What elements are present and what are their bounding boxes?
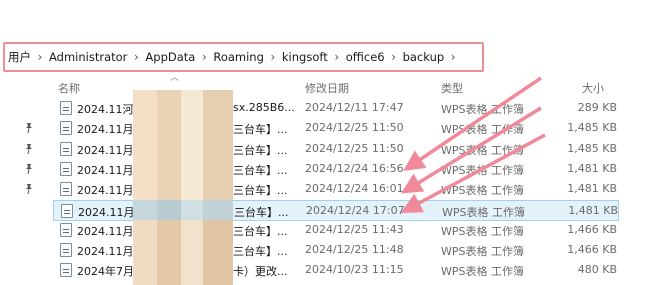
chevron-right-icon[interactable]: › [385, 50, 403, 64]
file-name-suffix: 三台车】... [234, 205, 289, 219]
column-date-header[interactable]: 修改日期 [305, 80, 349, 96]
breadcrumb-item[interactable]: Roaming [213, 50, 264, 64]
file-size: 1,485 KB [567, 121, 617, 135]
file-size: 289 KB [577, 101, 617, 114]
file-size: 1,481 KB [567, 161, 617, 175]
chevron-right-icon[interactable]: › [328, 50, 346, 64]
file-type: WPS表格 工作簿 [441, 265, 524, 279]
pin-icon [26, 163, 32, 174]
pin-icon [26, 143, 32, 154]
file-size: 1,466 KB [567, 222, 617, 236]
column-size-header[interactable]: 大小 [582, 80, 604, 96]
pin-icon [26, 123, 32, 134]
sort-ascending-icon[interactable]: ︿ [170, 70, 179, 83]
chevron-right-icon[interactable]: › [127, 50, 145, 64]
file-modified-date: 2024/12/24 17:07 [306, 203, 405, 217]
file-name-suffix: 三台车】... [233, 224, 288, 238]
spreadsheet-file-icon [60, 121, 72, 136]
file-size: 1,481 KB [567, 182, 617, 196]
breadcrumb-item[interactable]: Administrator [49, 50, 127, 64]
breadcrumb-item[interactable]: AppData [145, 50, 195, 64]
file-type: WPS表格 工作簿 [441, 184, 524, 198]
spreadsheet-file-icon [60, 182, 72, 197]
breadcrumb-item[interactable]: backup [403, 50, 445, 64]
file-name-suffix: 三台车】... [233, 184, 288, 198]
file-name: 2024.11月 [77, 123, 134, 137]
file-name: 2024.11月 [77, 224, 134, 238]
file-modified-date: 2024/12/25 11:48 [305, 243, 404, 257]
address-bar[interactable]: 用户 › Administrator › AppData › Roaming › kingsof… [0, 42, 659, 72]
file-name: 2024.11河 [77, 103, 134, 116]
column-type-header[interactable]: 类型 [441, 80, 463, 96]
spreadsheet-file-icon [60, 222, 72, 237]
chevron-right-icon[interactable]: › [264, 50, 282, 64]
file-name: 2024.11月 [78, 205, 135, 219]
file-modified-date: 2024/12/11 17:47 [305, 101, 404, 114]
breadcrumb-item[interactable]: kingsoft [282, 50, 328, 64]
file-row[interactable]: 2024.11河 sx.285B6... 2024/12/11 17:47 WPS表格… [0, 98, 659, 119]
chevron-right-icon[interactable]: › [31, 50, 49, 64]
file-type: WPS表格 工作簿 [442, 205, 525, 219]
file-name: 2024.11月 [77, 143, 134, 157]
file-row[interactable]: 2024.11月 三台车】... 2024/12/25 11:50 WPS表格 工作簿… [0, 118, 659, 139]
file-name: 2024.11月 [77, 245, 134, 259]
file-name: 2024.11月 [77, 184, 134, 198]
breadcrumb-item[interactable]: 用户 [8, 49, 31, 65]
file-type: WPS表格 工作簿 [441, 123, 524, 137]
file-type: WPS表格 工作簿 [441, 163, 524, 177]
file-type: WPS表格 工作簿 [441, 103, 524, 116]
chevron-right-icon[interactable]: › [195, 50, 213, 64]
file-modified-date: 2024/12/25 11:43 [305, 222, 404, 236]
file-modified-date: 2024/12/25 11:50 [305, 121, 404, 135]
spreadsheet-file-icon [60, 161, 72, 176]
file-name-suffix: sx.285B6... [233, 101, 295, 114]
file-type: WPS表格 工作簿 [441, 245, 524, 259]
file-row[interactable]: 2024.11月 三台车】... 2024/12/24 16:56 WPS表格 工作簿… [0, 159, 659, 180]
file-row[interactable]: 2024年7月 卡）更改... 2024/10/23 11:15 WPS表格 工作簿 4… [0, 260, 659, 281]
file-row[interactable]: 2024.11月 三台车】... 2024/12/25 11:50 WPS表格 工作簿… [0, 139, 659, 160]
breadcrumb-item[interactable]: office6 [346, 50, 385, 64]
spreadsheet-file-icon [60, 141, 72, 156]
file-name-suffix: 三台车】... [233, 163, 288, 177]
file-row[interactable]: 2024.11月 三台车】... 2024/12/25 11:48 WPS表格 工作簿… [0, 240, 659, 261]
file-type: WPS表格 工作簿 [441, 143, 524, 157]
file-name-suffix: 三台车】... [233, 123, 288, 137]
spreadsheet-file-icon [60, 243, 72, 258]
spreadsheet-file-icon [60, 101, 72, 115]
file-name: 2024.11月 [77, 163, 134, 177]
column-name-header[interactable]: 名称 [58, 80, 80, 96]
file-row[interactable]: 2024.11月 三台车】... 2024/12/24 16:01 WPS表格 工作簿… [0, 179, 659, 200]
spreadsheet-file-icon [61, 203, 73, 218]
chevron-right-icon[interactable]: › [444, 50, 462, 64]
file-name-suffix: 卡）更改... [233, 265, 288, 279]
file-size: 1,466 KB [567, 243, 617, 257]
file-name-suffix: 三台车】... [233, 143, 288, 157]
redacted-area [133, 90, 233, 285]
file-size: 1,481 KB [568, 203, 618, 217]
file-modified-date: 2024/12/24 16:01 [305, 182, 404, 196]
file-modified-date: 2024/10/23 11:15 [305, 263, 404, 277]
file-modified-date: 2024/12/24 16:56 [305, 161, 404, 175]
file-row[interactable]: 2024.11月 三台车】... 2024/12/25 11:43 WPS表格 工作簿… [0, 220, 659, 241]
pin-icon [26, 184, 32, 195]
file-type: WPS表格 工作簿 [441, 224, 524, 238]
file-size: 1,485 KB [567, 141, 617, 155]
file-name: 2024年7月 [77, 265, 134, 279]
file-size: 480 KB [577, 263, 617, 277]
file-modified-date: 2024/12/25 11:50 [305, 141, 404, 155]
spreadsheet-file-icon [60, 263, 72, 278]
file-name-suffix: 三台车】... [233, 245, 288, 259]
column-header: ︿ 名称 修改日期 类型 大小 [0, 73, 659, 98]
breadcrumb: 用户 › Administrator › AppData › Roaming › kingsof… [8, 42, 462, 72]
